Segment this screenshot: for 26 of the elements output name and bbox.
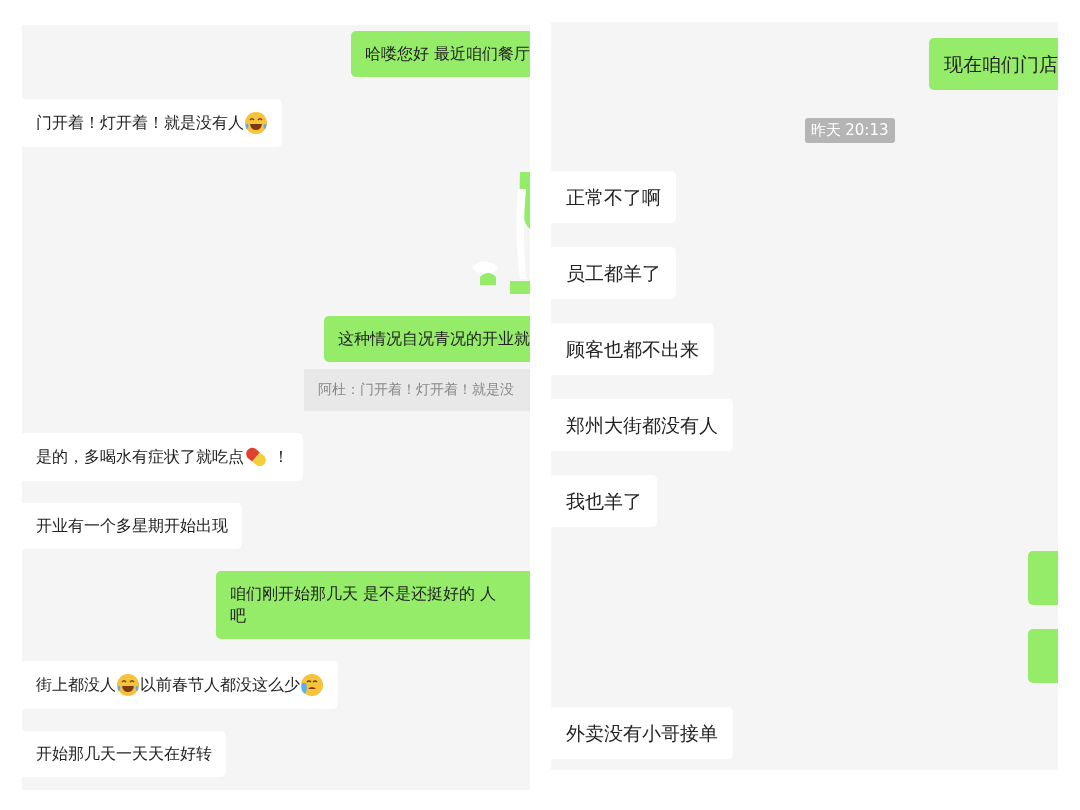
pill-icon: [244, 445, 268, 469]
message-text: 咱们刚开始那几天 是不是还挺好的 人: [230, 583, 497, 605]
message-text: 开业有一个多星期开始出现: [36, 515, 228, 537]
message-text: ！: [272, 446, 290, 468]
message-text: 员工都羊了: [566, 261, 661, 286]
timestamp: 昨天 20:13: [804, 118, 895, 143]
message-text: 正常不了啊: [566, 185, 661, 210]
message-text: 郑州大街都没有人: [566, 413, 718, 438]
message-text: 顾客也都不出来: [566, 337, 699, 362]
message-text: 是的，多喝水有症状了就吃点: [36, 446, 244, 468]
message-bubble: [1028, 551, 1058, 605]
laughing-emoji-icon: [116, 673, 140, 697]
message-text: 我也羊了: [566, 489, 642, 514]
message-bubble: [1028, 629, 1058, 683]
message-text: 以前春节人都没这么少: [140, 674, 300, 696]
laughing-emoji-icon: [244, 111, 268, 135]
message-text: 开始那几天一天天在好转: [36, 743, 212, 765]
quoted-message: 阿杜：门开着！灯开着！就是没: [304, 369, 530, 411]
message-text: 门开着！灯开着！就是没有人: [36, 112, 244, 134]
message-text: 现在咱们门店: [944, 52, 1058, 77]
crying-emoji-icon: [300, 673, 324, 697]
message-text: 哈喽您好 最近咱们餐厅: [364, 43, 530, 65]
message-text: 外卖没有小哥接单: [566, 721, 718, 746]
message-text: 这种情况自况青况的开业就: [338, 328, 530, 350]
message-text: 吧: [230, 605, 246, 627]
message-text: 街上都没人: [36, 674, 116, 696]
